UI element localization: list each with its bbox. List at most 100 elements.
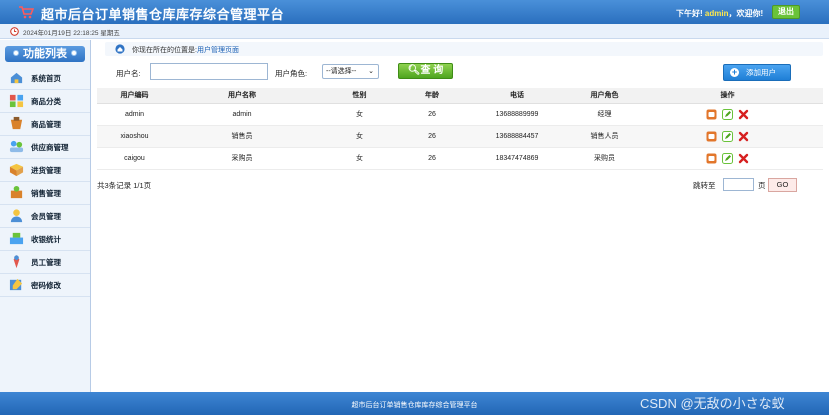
sidebar-item-staff[interactable]: 员工管理 [0,251,90,274]
home-icon [10,72,23,84]
sidebar-item-label: 密码修改 [31,281,61,290]
cell-user-name: 采购员 [172,147,312,170]
view-icon[interactable] [706,109,717,120]
add-user-label: 添加用户 [746,68,776,77]
cell-gender: 女 [312,125,407,148]
sidebar-item-password[interactable]: 密码修改 [0,274,90,297]
cell-user-code: xiaoshou [97,125,172,148]
delete-icon[interactable] [738,109,749,120]
password-icon [9,278,23,291]
go-button[interactable]: GO [768,178,797,192]
column-header: 性别 [312,88,407,104]
jump-label: 跳转至 [693,181,716,190]
cell-phone: 13688889999 [457,103,577,126]
cart-icon [19,6,34,19]
username-input[interactable] [150,63,268,80]
cell-role: 经理 [577,103,632,126]
edit-icon[interactable] [722,130,733,142]
cell-gender: 女 [312,103,407,126]
home-icon [115,44,125,54]
search-icon: 🔍︎ [407,65,421,76]
sidebar-item-category[interactable]: 商品分类 [0,90,90,113]
role-select[interactable]: --请选择-- ⌄ [322,64,379,79]
sidebar: 功能列表 系统首页 商品分类 商品管理 供应商管理 进货管理 销售管理 会员管理… [0,40,91,392]
bullet-icon [13,50,19,57]
bullet-icon [71,50,77,57]
table-row: xiaoshou 销售员 女 26 13688884457 销售人员 [97,125,823,148]
table-row: admin admin 女 26 13688889999 经理 [97,103,823,126]
delete-icon[interactable] [738,131,749,142]
cell-actions [632,147,823,170]
sidebar-item-label: 收银统计 [31,235,61,244]
table-row: caigou 采购员 女 26 18347474869 采购员 [97,147,823,170]
sales-icon [10,185,23,199]
cell-role: 销售人员 [577,125,632,148]
app-title: 超市后台订单销售仓库库存综合管理平台 [41,7,285,22]
sidebar-item-member[interactable]: 会员管理 [0,205,90,228]
cell-age: 26 [407,147,457,170]
sidebar-item-label: 系统首页 [31,74,61,83]
cell-age: 26 [407,125,457,148]
role-select-value: --请选择-- [326,68,357,75]
record-summary: 共3条记录 1/1页 [97,181,152,190]
sidebar-title: 功能列表 [5,46,85,62]
username-label: admin [704,9,729,18]
cell-user-name: 销售员 [172,125,312,148]
view-icon[interactable] [706,131,717,142]
plus-icon: + [730,67,739,77]
sidebar-item-sales[interactable]: 销售管理 [0,182,90,205]
sidebar-item-goods[interactable]: 商品管理 [0,113,90,136]
delete-icon[interactable] [738,153,749,164]
column-header: 用户编码 [97,88,172,104]
sidebar-item-supplier[interactable]: 供应商管理 [0,136,90,159]
cell-gender: 女 [312,147,407,170]
greeting-suffix: ，欢迎你! [728,9,764,18]
sidebar-item-home[interactable]: 系统首页 [0,67,90,90]
column-header: 操作 [632,88,823,104]
purchase-icon [9,163,24,177]
watermark-text: CSDN @无敌の小さな蚁 [640,396,785,411]
cell-user-name: admin [172,103,312,126]
member-icon [10,209,23,223]
location-text: 你现在所在的位置是:用户管理页面 [132,45,239,55]
edit-icon[interactable] [722,152,733,164]
column-header: 电话 [457,88,577,104]
page-jump-input[interactable] [723,178,754,191]
greeting-prefix: 下午好! [676,9,703,18]
cell-age: 26 [407,103,457,126]
datetime-text: 2024年01月19日 22:18:25 星期五 [23,30,120,37]
location-prefix: 你现在所在的位置是: [132,47,197,54]
user-table: 用户编码 用户名称 性别 年龄 电话 用户角色 操作 admin admin 女… [97,88,823,170]
date-bar: 2024年01月19日 22:18:25 星期五 [0,24,829,39]
sidebar-item-label: 进货管理 [31,166,61,175]
breadcrumb: 你现在所在的位置是:用户管理页面 [105,42,823,56]
cell-actions [632,103,823,126]
query-button[interactable]: 🔍︎查 询 [398,63,453,79]
cell-actions [632,125,823,148]
column-header: 用户名称 [172,88,312,104]
sidebar-item-label: 商品分类 [31,97,61,106]
edit-icon[interactable] [722,108,733,120]
category-icon [9,94,24,108]
sidebar-item-label: 供应商管理 [31,143,69,152]
sidebar-item-label: 员工管理 [31,258,61,267]
location-current: 用户管理页面 [196,47,239,54]
chevron-down-icon: ⌄ [368,68,374,75]
sidebar-item-label: 商品管理 [31,120,61,129]
view-icon[interactable] [706,153,717,164]
add-user-button[interactable]: + 添加用户 [723,64,791,81]
cashier-icon [9,232,24,245]
logout-button[interactable]: 退出 [772,5,800,19]
table-header-row: 用户编码 用户名称 性别 年龄 电话 用户角色 操作 [97,88,823,104]
role-label: 用户角色: [275,69,308,78]
search-bar: 用户名: 用户角色: --请选择-- ⌄ 🔍︎查 询 + 添加用户 [96,60,823,84]
cell-phone: 18347474869 [457,147,577,170]
sidebar-item-label: 会员管理 [31,212,61,221]
cell-phone: 13688884457 [457,125,577,148]
staff-icon [13,254,20,269]
cell-role: 采购员 [577,147,632,170]
sidebar-item-purchase[interactable]: 进货管理 [0,159,90,182]
sidebar-item-label: 销售管理 [31,189,61,198]
sidebar-item-cashier[interactable]: 收银统计 [0,228,90,251]
greeting: 下午好! admin，欢迎你! [676,8,763,19]
